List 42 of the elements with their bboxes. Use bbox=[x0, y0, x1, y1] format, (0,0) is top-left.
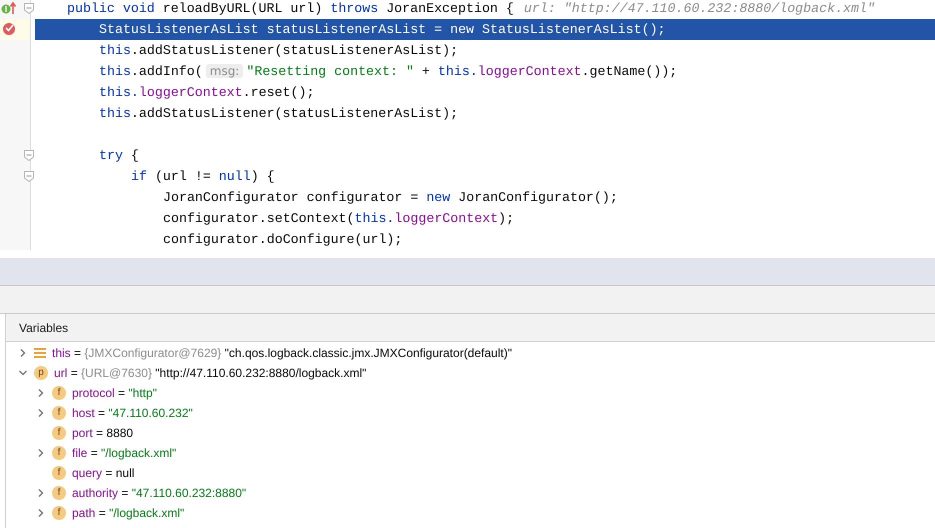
fold-icon[interactable] bbox=[24, 150, 34, 161]
variable-row[interactable]: f file = "/logback.xml" bbox=[6, 443, 935, 463]
variable-text: this = {JMXConfigurator@7629} "ch.qos.logback.classic.jmx.JMXConfigurator(default)" bbox=[52, 345, 512, 362]
panel-title: Variables bbox=[19, 320, 68, 336]
variable-row[interactable]: f path = "/logback.xml" bbox=[6, 503, 935, 523]
expand-chevron-icon[interactable] bbox=[36, 388, 46, 398]
fold-icon[interactable] bbox=[24, 171, 34, 182]
variable-row[interactable]: f authority = "47.110.60.232:8880" bbox=[6, 483, 935, 503]
variable-row[interactable]: f host = "47.110.60.232" bbox=[6, 403, 935, 423]
variable-text: url = {URL@7630} "http://47.110.60.232:8880/logback.xml" bbox=[54, 365, 366, 382]
variable-row[interactable]: f protocol = "http" bbox=[6, 383, 935, 403]
variable-row[interactable]: f query = null bbox=[6, 463, 935, 483]
expand-chevron-icon[interactable] bbox=[36, 448, 46, 458]
field-icon: f bbox=[52, 486, 66, 500]
stack-lines-icon bbox=[34, 348, 46, 358]
variable-row[interactable]: this = {JMXConfigurator@7629} "ch.qos.logback.classic.jmx.JMXConfigurator(default)" bbox=[6, 343, 935, 363]
field-icon: f bbox=[52, 466, 66, 480]
parameter-icon: p bbox=[34, 366, 48, 380]
variable-text: path = "/logback.xml" bbox=[72, 505, 184, 522]
collapse-chevron-icon[interactable] bbox=[18, 368, 28, 378]
variable-row[interactable]: p url = {URL@7630} "http://47.110.60.232:8880/logback.xml" bbox=[6, 363, 935, 383]
variable-text: file = "/logback.xml" bbox=[72, 445, 176, 462]
expand-chevron-icon[interactable] bbox=[36, 408, 46, 418]
inline-value-hint: url: "http://47.110.60.232:8880/logback.xml" bbox=[524, 1, 875, 16]
variable-text: query = null bbox=[72, 465, 134, 482]
fold-icon[interactable] bbox=[24, 3, 34, 14]
field-icon: f bbox=[52, 446, 66, 460]
variable-text: protocol = "http" bbox=[72, 385, 157, 402]
field-icon: f bbox=[52, 426, 66, 440]
implements-icon[interactable] bbox=[1, 1, 17, 15]
expand-chevron-icon[interactable] bbox=[36, 488, 46, 498]
field-icon: f bbox=[52, 406, 66, 420]
variable-text: port = 8880 bbox=[72, 425, 134, 442]
expand-chevron-icon[interactable] bbox=[36, 508, 46, 518]
breakpoint-icon[interactable] bbox=[2, 22, 16, 36]
field-icon: f bbox=[52, 506, 66, 520]
parameter-hint: msg: bbox=[206, 64, 244, 78]
variable-text: authority = "47.110.60.232:8880" bbox=[72, 485, 246, 502]
expand-chevron-icon[interactable] bbox=[18, 348, 28, 358]
field-icon: f bbox=[52, 386, 66, 400]
variable-text: host = "47.110.60.232" bbox=[72, 405, 193, 422]
variable-row[interactable]: f port = 8880 bbox=[6, 423, 935, 443]
